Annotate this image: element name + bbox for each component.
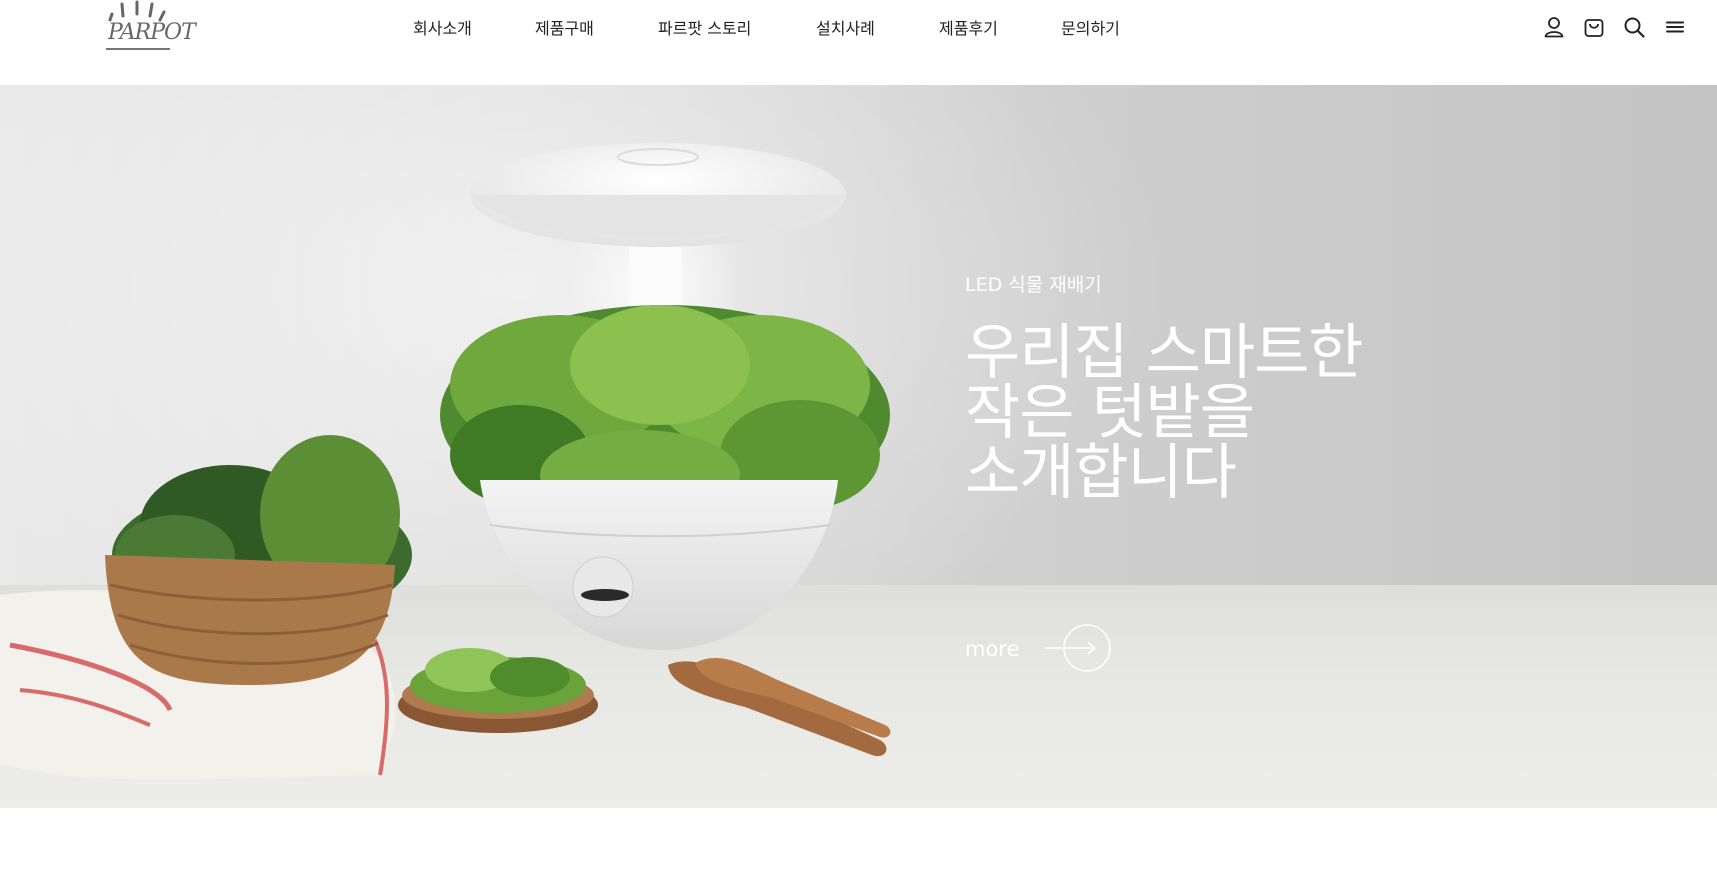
hero-headline-line: 작은 텃밭을 <box>965 378 1255 448</box>
logo-underline <box>106 48 170 50</box>
more-button[interactable]: more <box>965 623 1115 673</box>
nav-item-story[interactable]: 파르팟 스토리 <box>658 15 751 39</box>
menu-icon[interactable] <box>1664 16 1686 38</box>
nav-item-contact[interactable]: 문의하기 <box>1061 15 1120 39</box>
hero-banner: LED 식물 재배기 우리집 스마트한 작은 텃밭을 소개합니다 more <box>0 85 1717 808</box>
hero-headline-line: 소개합니다 <box>965 438 1237 508</box>
logo-rays-icon <box>108 0 166 22</box>
hero-product-image <box>0 143 891 780</box>
hero-subtitle: LED 식물 재배기 <box>965 274 1102 296</box>
site-header: PARPOT 회사소개 제품구매 파르팟 스토리 설치사례 제품후기 문의하기 <box>0 0 1717 85</box>
search-icon[interactable] <box>1623 16 1645 38</box>
nav-item-shop[interactable]: 제품구매 <box>535 15 594 39</box>
user-icon[interactable] <box>1543 16 1565 38</box>
hero-headline-line: 우리집 스마트한 <box>965 318 1363 388</box>
nav-item-company[interactable]: 회사소개 <box>413 15 472 39</box>
cart-icon[interactable] <box>1583 16 1605 38</box>
brand-logo-text: PARPOT <box>108 20 196 45</box>
brand-logo[interactable]: PARPOT <box>104 0 196 56</box>
hero-headline: 우리집 스마트한 작은 텃밭을 소개합니다 <box>965 318 1363 508</box>
more-label: more <box>965 637 1020 661</box>
nav-item-reviews[interactable]: 제품후기 <box>939 15 998 39</box>
arrow-right-circle-icon <box>1045 624 1111 672</box>
nav-item-installations[interactable]: 설치사례 <box>816 15 875 39</box>
